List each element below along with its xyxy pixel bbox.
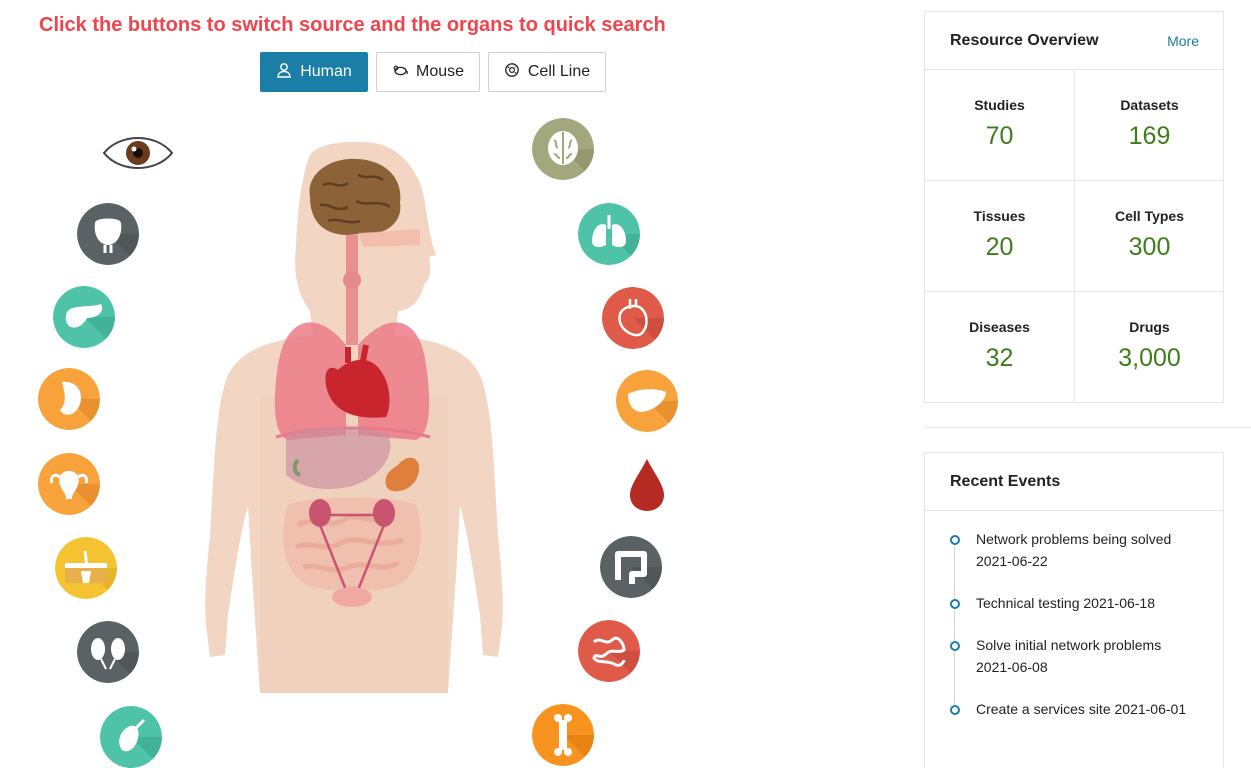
brain-icon[interactable]	[532, 118, 594, 180]
more-link[interactable]: More	[1167, 33, 1199, 49]
liver-icon[interactable]	[616, 370, 678, 432]
event-item[interactable]: Solve initial network problems 2021-06-0…	[950, 634, 1180, 678]
human-body-illustration	[198, 135, 510, 693]
stat-value: 20	[985, 233, 1014, 261]
lungs-icon[interactable]	[578, 203, 640, 265]
gallbladder-icon[interactable]	[100, 706, 162, 768]
card-header: Recent Events	[925, 453, 1223, 511]
mouse-icon	[392, 62, 408, 83]
event-text: Create a services site 2021-06-01	[976, 701, 1187, 717]
stat-label: Tissues	[973, 208, 1026, 224]
organ-search-panel: Click the buttons to switch source and t…	[0, 0, 900, 768]
kidney-section-icon[interactable]	[38, 368, 100, 430]
timeline-dot-icon	[950, 599, 960, 609]
kidneys-icon[interactable]	[77, 621, 139, 683]
stat-label: Studies	[974, 97, 1025, 113]
blood-drop-icon[interactable]	[628, 457, 666, 513]
event-item[interactable]: Network problems being solved 2021-06-22	[950, 528, 1180, 572]
stat-label: Diseases	[969, 319, 1030, 335]
recent-events-card: Recent Events Network problems being sol…	[924, 452, 1224, 768]
stat-datasets[interactable]: Datasets 169	[1075, 70, 1224, 181]
stat-value: 300	[1128, 233, 1171, 261]
timeline-dot-icon	[950, 705, 960, 715]
stat-value: 3,000	[1118, 344, 1181, 372]
heart-icon[interactable]	[602, 287, 664, 349]
stat-value: 32	[985, 344, 1014, 372]
stat-cell-types[interactable]: Cell Types 300	[1075, 181, 1224, 292]
card-title: Recent Events	[950, 472, 1061, 490]
stat-tissues[interactable]: Tissues 20	[925, 181, 1075, 292]
uterus-icon[interactable]	[38, 453, 100, 515]
instruction-headline: Click the buttons to switch source and t…	[39, 14, 666, 36]
bone-icon[interactable]	[532, 704, 594, 766]
stat-value: 169	[1128, 122, 1171, 150]
card-title: Resource Overview	[950, 31, 1099, 49]
source-button-cell-line[interactable]: Cell Line	[488, 52, 606, 92]
stat-value: 70	[985, 122, 1014, 150]
eye-icon[interactable]	[102, 133, 174, 173]
intestines-illustration	[283, 497, 421, 591]
section-divider	[924, 427, 1251, 428]
stat-diseases[interactable]: Diseases 32	[925, 292, 1075, 403]
brain-illustration	[309, 158, 401, 235]
card-header: Resource Overview More	[925, 12, 1223, 70]
timeline-dot-icon	[950, 641, 960, 651]
event-item[interactable]: Technical testing 2021-06-18	[950, 592, 1203, 614]
person-icon	[276, 62, 292, 83]
event-item[interactable]: Create a services site 2021-06-01	[950, 698, 1203, 720]
stat-label: Drugs	[1129, 319, 1170, 335]
timeline-dot-icon	[950, 535, 960, 545]
events-timeline: Network problems being solved 2021-06-22…	[925, 511, 1223, 720]
stats-grid: Studies 70 Datasets 169 Tissues 20 Cell …	[925, 70, 1224, 403]
resource-overview-card: Resource Overview More Studies 70 Datase…	[924, 11, 1224, 403]
source-label: Human	[300, 63, 352, 80]
pancreas-icon[interactable]	[53, 286, 115, 348]
small-intestine-icon[interactable]	[578, 620, 640, 682]
event-text: Technical testing 2021-06-18	[976, 595, 1156, 611]
event-text: Network problems being solved 2021-06-22	[976, 531, 1172, 569]
skin-icon[interactable]	[55, 537, 117, 599]
event-text: Solve initial network problems 2021-06-0…	[976, 637, 1162, 675]
source-label: Mouse	[415, 63, 465, 80]
source-label: Cell Line	[527, 63, 591, 80]
stat-label: Datasets	[1120, 97, 1179, 113]
bladder-icon[interactable]	[77, 203, 139, 265]
stat-label: Cell Types	[1115, 208, 1184, 224]
stat-drugs[interactable]: Drugs 3,000	[1075, 292, 1224, 403]
cell-icon	[504, 62, 520, 83]
large-intestine-icon[interactable]	[600, 536, 662, 598]
stat-studies[interactable]: Studies 70	[925, 70, 1075, 181]
source-button-mouse[interactable]: Mouse	[376, 52, 480, 92]
source-button-human[interactable]: Human	[260, 52, 368, 92]
